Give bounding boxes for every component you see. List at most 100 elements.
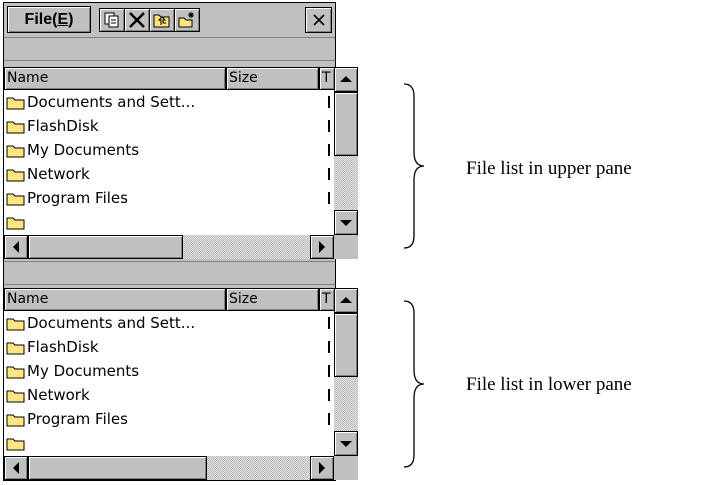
copy-button[interactable]: [99, 8, 125, 32]
list-item[interactable]: Program Files: [6, 187, 128, 209]
folder-icon: [6, 366, 25, 378]
arrow-down-icon: [340, 441, 352, 447]
list-item[interactable]: My Documents: [6, 360, 139, 382]
vertical-scrollbar[interactable]: [334, 288, 358, 456]
scroll-down-button[interactable]: [334, 431, 358, 456]
horizontal-scrollbar[interactable]: [4, 456, 334, 480]
type-cell: [328, 413, 330, 425]
list-item[interactable]: FlashDisk: [6, 336, 99, 358]
list-item-label: Program Files: [27, 189, 128, 207]
lower-rows: Documents and Sett... FlashDisk My Docum…: [4, 311, 334, 456]
list-item-label: My Documents: [27, 141, 140, 159]
folder-icon: [6, 390, 25, 402]
upper-rows: Documents and Sett... FlashDisk My Docum…: [4, 90, 334, 235]
type-cell: [328, 96, 330, 108]
scroll-right-button[interactable]: [310, 456, 334, 480]
list-item[interactable]: Network: [6, 384, 90, 406]
list-item[interactable]: Documents and Sett...: [6, 312, 195, 334]
scroll-track[interactable]: [334, 156, 358, 210]
list-item[interactable]: Network: [6, 163, 90, 185]
upper-address-bar: [4, 37, 335, 61]
scroll-left-button[interactable]: [4, 235, 28, 259]
close-icon: [313, 14, 325, 26]
scroll-thumb[interactable]: [334, 92, 358, 156]
scrollbar-corner: [334, 456, 358, 480]
list-item[interactable]: Program Files: [6, 408, 128, 430]
folder-icon: [6, 414, 25, 426]
toolbar: File(E): [4, 3, 335, 37]
folder-icon: [6, 97, 25, 109]
scroll-up-button[interactable]: [334, 67, 358, 92]
column-header-name[interactable]: Name: [4, 288, 226, 311]
folder-icon: [6, 217, 25, 229]
scroll-thumb[interactable]: [28, 456, 207, 480]
scroll-thumb[interactable]: [334, 313, 358, 377]
scroll-track[interactable]: [207, 456, 310, 480]
type-cell: [328, 341, 330, 353]
column-header-name[interactable]: Name: [4, 67, 226, 90]
arrow-up-icon: [340, 297, 352, 303]
folder-icon: [6, 121, 25, 133]
type-cell: [328, 192, 330, 204]
upper-brace: [403, 83, 425, 249]
up-folder-icon: [153, 14, 170, 28]
scroll-track[interactable]: [183, 235, 310, 259]
list-item-label: FlashDisk: [27, 338, 99, 356]
list-item-label: Documents and Sett...: [27, 93, 196, 111]
file-menu-button[interactable]: File(E): [7, 6, 91, 33]
arrow-right-icon: [319, 462, 325, 474]
arrow-down-icon: [340, 220, 352, 226]
scroll-left-button[interactable]: [4, 456, 28, 480]
scrollbar-corner: [334, 235, 358, 259]
column-header-size[interactable]: Size: [226, 288, 319, 311]
file-explorer-window: File(E) Name Size T Documents and Sett..…: [3, 2, 358, 481]
arrow-right-icon: [319, 241, 325, 253]
lower-pane-annotation: File list in lower pane: [466, 374, 632, 395]
folder-icon: [6, 145, 25, 157]
type-cell: [328, 168, 330, 180]
list-item-partial[interactable]: [6, 432, 27, 454]
list-item-label: Documents and Sett...: [27, 314, 196, 332]
type-cell: [328, 365, 330, 377]
list-item-label: My Documents: [27, 362, 140, 380]
delete-icon: [129, 12, 145, 28]
folder-icon: [6, 438, 25, 450]
new-folder-icon: [178, 12, 194, 28]
folder-icon: [6, 342, 25, 354]
copy-icon: [104, 12, 119, 28]
scroll-right-button[interactable]: [310, 235, 334, 259]
list-item-label: FlashDisk: [27, 117, 99, 135]
folder-icon: [6, 169, 25, 181]
upper-pane-annotation: File list in upper pane: [466, 158, 632, 179]
upper-file-list: Name Size T Documents and Sett... FlashD…: [4, 67, 358, 259]
arrow-left-icon: [13, 241, 19, 253]
list-item[interactable]: Documents and Sett...: [6, 91, 195, 113]
type-cell: [328, 389, 330, 401]
list-item-partial[interactable]: [6, 211, 27, 233]
scroll-down-button[interactable]: [334, 210, 358, 235]
list-item-label: Program Files: [27, 410, 128, 428]
arrow-left-icon: [13, 462, 19, 474]
scroll-up-button[interactable]: [334, 288, 358, 313]
horizontal-scrollbar[interactable]: [4, 235, 334, 259]
type-cell: [328, 317, 330, 329]
new-folder-button[interactable]: [174, 8, 200, 32]
scroll-thumb[interactable]: [28, 235, 183, 259]
folder-icon: [6, 318, 25, 330]
up-folder-button[interactable]: [149, 8, 175, 32]
type-cell: [328, 120, 330, 132]
list-item-label: Network: [27, 386, 90, 404]
list-item-label: Network: [27, 165, 90, 183]
list-item[interactable]: My Documents: [6, 139, 139, 161]
list-item[interactable]: FlashDisk: [6, 115, 99, 137]
lower-brace: [403, 300, 425, 468]
scroll-track[interactable]: [334, 377, 358, 431]
close-button[interactable]: [305, 7, 332, 33]
column-header-size[interactable]: Size: [226, 67, 319, 90]
vertical-scrollbar[interactable]: [334, 67, 358, 235]
column-header-type[interactable]: T: [319, 288, 335, 311]
column-header-type[interactable]: T: [319, 67, 335, 90]
folder-icon: [6, 193, 25, 205]
lower-address-bar: [4, 261, 335, 285]
delete-button[interactable]: [124, 8, 150, 32]
